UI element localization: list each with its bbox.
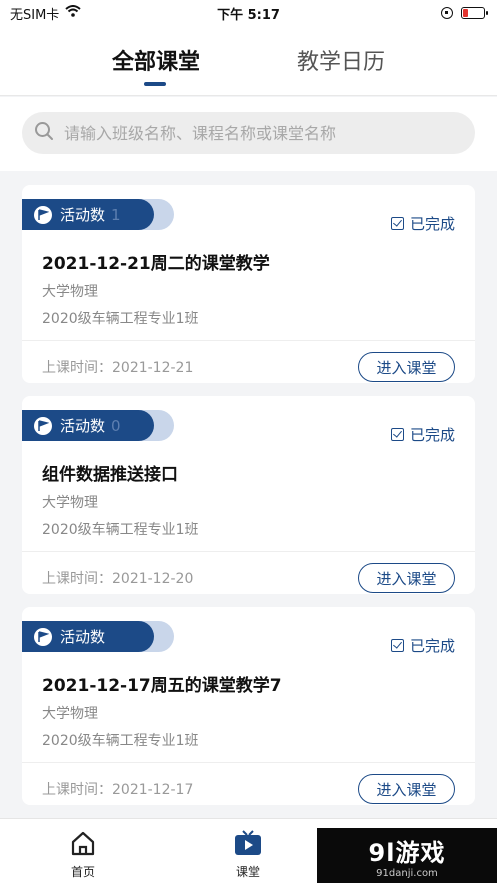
card-divider <box>22 340 475 341</box>
home-icon <box>43 829 123 857</box>
watermark-main: 9l游戏 <box>368 838 446 867</box>
nav-home-label: 首页 <box>70 865 95 879</box>
search-section <box>0 97 497 171</box>
screen: 无SIM卡 下午 5:17 全部课堂 教学日历 请输入班级名称、课程名称或课堂名… <box>0 0 497 883</box>
checkbox-icon <box>390 428 404 441</box>
status-right <box>441 7 488 19</box>
flag-icon <box>34 627 52 646</box>
battery-level <box>463 9 468 17</box>
status-time: 下午 5:17 <box>217 7 280 23</box>
course-name: 大学物理 <box>42 706 98 722</box>
card-divider <box>22 762 475 763</box>
status-label: 已完成 <box>409 426 455 444</box>
status-completed: 已完成 <box>390 424 455 445</box>
class-title: 组件数据推送接口 <box>42 465 178 485</box>
rotation-lock-icon <box>441 7 453 19</box>
flag-icon <box>34 205 52 224</box>
class-card[interactable]: 活动数 已完成 2021-12-17周五的课堂教学7 大学物理 2020级车辆工… <box>22 607 475 805</box>
badge-label: 活动数 <box>60 628 106 646</box>
tv-play-icon <box>208 829 288 857</box>
status-label: 已完成 <box>409 215 455 233</box>
badge-count: 0 <box>111 416 121 435</box>
tab-teaching-calendar[interactable]: 教学日历 <box>296 44 386 76</box>
enter-class-button[interactable]: 进入课堂 <box>358 774 455 804</box>
class-title: 2021-12-17周五的课堂教学7 <box>42 676 282 696</box>
card-body: 活动数 已完成 2021-12-17周五的课堂教学7 大学物理 2020级车辆工… <box>22 607 475 805</box>
class-name: 2020级车辆工程专业1班 <box>42 522 199 538</box>
watermark-logo: 9l游戏 91danji.com <box>317 828 497 883</box>
activity-badge: 活动数 1 <box>22 199 154 230</box>
activity-badge: 活动数 0 <box>22 410 154 441</box>
card-body: 活动数 0 已完成 组件数据推送接口 大学物理 2020级车辆工程专业1班 上课… <box>22 396 475 594</box>
course-name: 大学物理 <box>42 495 98 511</box>
enter-class-button[interactable]: 进入课堂 <box>358 563 455 593</box>
nav-item-classroom[interactable]: 课堂 <box>208 829 288 880</box>
class-time: 上课时间：2021-12-17 <box>42 782 194 798</box>
flag-icon <box>34 416 52 435</box>
class-time: 上课时间：2021-12-21 <box>42 360 194 376</box>
class-time: 上课时间：2021-12-20 <box>42 571 194 587</box>
course-name: 大学物理 <box>42 284 98 300</box>
active-tab-indicator <box>144 82 166 86</box>
status-bar: 无SIM卡 下午 5:17 <box>0 0 497 26</box>
badge-label: 活动数 <box>60 417 106 435</box>
card-divider <box>22 551 475 552</box>
card-body: 活动数 1 已完成 2021-12-21周二的课堂教学 大学物理 2020级车辆… <box>22 185 475 383</box>
checkbox-icon <box>390 217 404 230</box>
class-card[interactable]: 活动数 1 已完成 2021-12-21周二的课堂教学 大学物理 2020级车辆… <box>22 185 475 383</box>
battery-icon <box>461 7 488 19</box>
search-bar[interactable] <box>22 112 475 154</box>
header-tabs: 全部课堂 教学日历 <box>0 26 497 96</box>
status-label: 已完成 <box>409 637 455 655</box>
nav-item-home[interactable]: 首页 <box>43 829 123 880</box>
checkbox-icon <box>390 639 404 652</box>
enter-class-button[interactable]: 进入课堂 <box>358 352 455 382</box>
class-title: 2021-12-21周二的课堂教学 <box>42 254 270 274</box>
class-card[interactable]: 活动数 0 已完成 组件数据推送接口 大学物理 2020级车辆工程专业1班 上课… <box>22 396 475 594</box>
activity-badge: 活动数 <box>22 621 154 652</box>
search-input[interactable] <box>64 123 454 143</box>
watermark-sub: 91danji.com <box>376 867 438 879</box>
class-name: 2020级车辆工程专业1班 <box>42 311 199 327</box>
status-completed: 已完成 <box>390 635 455 656</box>
badge-label: 活动数 <box>60 206 106 224</box>
search-icon <box>34 121 64 145</box>
badge-count: 1 <box>111 205 121 224</box>
nav-classroom-label: 课堂 <box>235 865 260 879</box>
status-completed: 已完成 <box>390 213 455 234</box>
class-name: 2020级车辆工程专业1班 <box>42 733 199 749</box>
tab-all-classes[interactable]: 全部课堂 <box>108 44 204 76</box>
